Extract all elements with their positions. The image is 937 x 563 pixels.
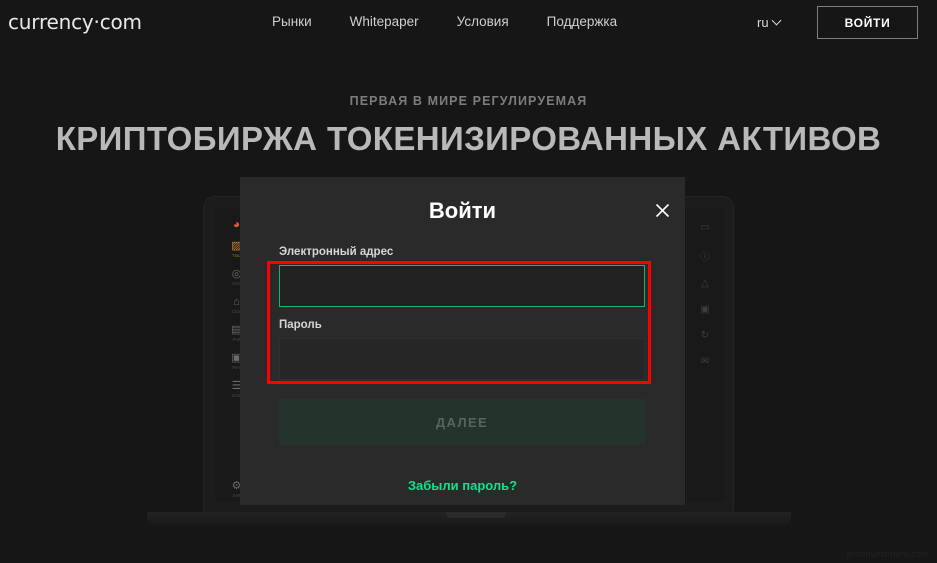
modal-title: Войти xyxy=(428,198,497,223)
site-header: currency·com Рынки Whitepaper Условия По… xyxy=(0,0,937,46)
site-logo[interactable]: currency·com xyxy=(8,10,142,34)
nav-item-markets[interactable]: Рынки xyxy=(272,14,312,29)
language-selector[interactable]: ru xyxy=(757,15,782,30)
main-navigation: Рынки Whitepaper Условия Поддержка xyxy=(272,14,617,29)
minimize-icon[interactable]: ▭ xyxy=(686,222,724,233)
hero-title: КРИПТОБИРЖА ТОКЕНИЗИРОВАННЫХ АКТИВОВ xyxy=(55,120,882,157)
watermark: profinvestment.com xyxy=(846,549,929,559)
password-input[interactable] xyxy=(279,338,645,380)
login-modal: Войти Электронный адрес Пароль ДАЛЕЕ Заб… xyxy=(240,177,685,505)
chevron-down-icon xyxy=(771,15,782,26)
nav-item-terms[interactable]: Условия xyxy=(457,14,509,29)
hero-subtitle: ПЕРВАЯ В МИРЕ РЕГУЛИРУЕМАЯ xyxy=(349,94,588,108)
language-label: ru xyxy=(757,15,769,30)
info-icon[interactable]: ⓘ xyxy=(686,248,724,263)
laptop-notch xyxy=(446,512,506,518)
password-label: Пароль xyxy=(279,319,322,331)
submit-button[interactable]: ДАЛЕЕ xyxy=(279,399,645,445)
close-icon[interactable] xyxy=(651,199,673,221)
nav-item-whitepaper[interactable]: Whitepaper xyxy=(350,14,419,29)
bell-icon[interactable]: △ xyxy=(686,278,724,289)
forgot-password-link[interactable]: Забыли пароль? xyxy=(240,478,685,493)
refresh-icon[interactable]: ↻ xyxy=(686,330,724,341)
nav-item-support[interactable]: Поддержка xyxy=(547,14,617,29)
app-right-sidebar: ▭ ⓘ △ ▣ ↻ ✉ xyxy=(686,208,724,502)
monitor-icon[interactable]: ▣ xyxy=(686,304,724,315)
login-button[interactable]: ВОЙТИ xyxy=(817,6,918,39)
email-input[interactable] xyxy=(279,265,645,307)
email-label: Электронный адрес xyxy=(279,246,394,258)
mail-icon[interactable]: ✉ xyxy=(686,356,724,367)
